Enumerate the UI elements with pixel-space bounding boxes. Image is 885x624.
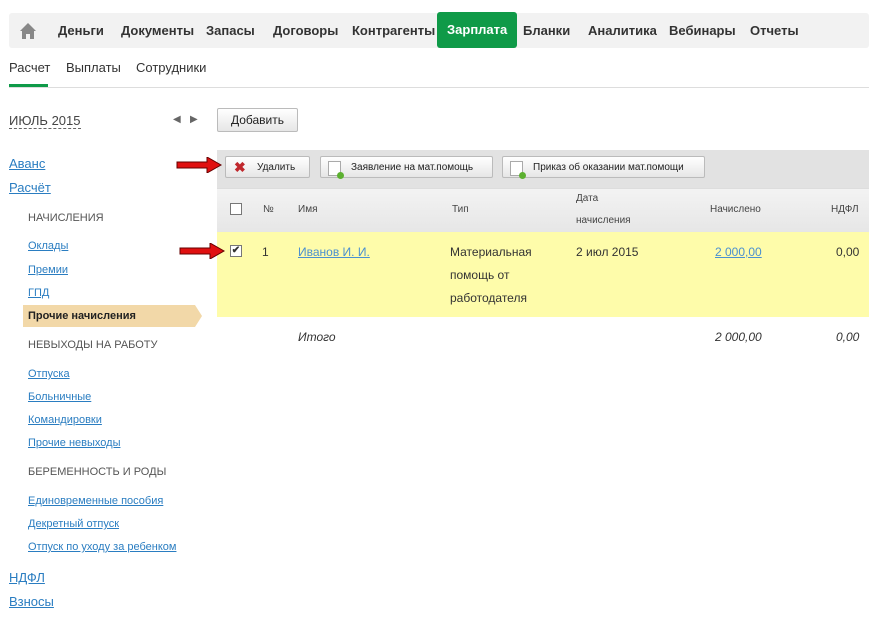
sidebar-otpuska[interactable]: Отпуска (28, 368, 70, 380)
header-name[interactable]: Имя (298, 204, 317, 215)
header-date[interactable]: Дата (576, 193, 598, 204)
row-type-line2: помощь от (450, 268, 510, 282)
row-checkbox[interactable]: ✔ (230, 245, 242, 257)
sidebar-prochie-nevyhody[interactable]: Прочие невыходы (28, 437, 120, 449)
home-icon[interactable] (19, 22, 37, 40)
sidebar-avans[interactable]: Аванс (9, 156, 45, 171)
zayavlenie-label: Заявление на мат.помощь (351, 162, 474, 173)
select-all-checkbox[interactable] (230, 203, 242, 215)
sidebar-gpd[interactable]: ГПД (28, 287, 49, 299)
next-period-icon[interactable]: ▶ (190, 114, 198, 125)
row-date: 2 июл 2015 (576, 245, 639, 259)
header-accrued[interactable]: Начислено (710, 204, 761, 215)
document-add-icon (328, 161, 344, 179)
prikaz-label: Приказ об оказании мат.помощи (533, 162, 684, 173)
period-selector[interactable]: ИЮЛЬ 2015 (9, 113, 81, 129)
sidebar-dekretnyi[interactable]: Декретный отпуск (28, 518, 119, 530)
nav-dogovory[interactable]: Договоры (273, 13, 338, 48)
nav-zarplata[interactable]: Зарплата (437, 12, 518, 48)
sidebar-raschet[interactable]: Расчёт (9, 180, 51, 195)
top-nav: Деньги Документы Запасы Договоры Контраг… (9, 12, 869, 48)
delete-button[interactable]: ✖ Удалить (225, 156, 310, 178)
sidebar-bolnichnye[interactable]: Больничные (28, 391, 91, 403)
tab-raschet[interactable]: Расчет (9, 60, 50, 75)
header-date-line2: начисления (576, 215, 631, 226)
total-accrued: 2 000,00 (715, 330, 762, 344)
row-type: Материальная (450, 245, 532, 259)
sidebar-oklady[interactable]: Оклады (28, 240, 68, 252)
sub-nav: Расчет Выплаты Сотрудники (9, 60, 869, 88)
tab-vyplaty[interactable]: Выплаты (66, 60, 121, 75)
sidebar-ndfl[interactable]: НДФЛ (9, 570, 45, 585)
row-type-line3: работодателя (450, 291, 527, 305)
sidebar-vznosy[interactable]: Взносы (9, 594, 54, 609)
tab-sotrudniki[interactable]: Сотрудники (136, 60, 206, 75)
sidebar-prochie-nachisleniya[interactable]: Прочие начисления (28, 310, 136, 322)
row-name-link[interactable]: Иванов И. И. (298, 245, 370, 259)
nav-dokumenty[interactable]: Документы (121, 13, 194, 48)
zayavlenie-button[interactable]: Заявление на мат.помощь (320, 156, 493, 179)
sidebar-premii[interactable]: Премии (28, 264, 68, 276)
section-nachisleniya: НАЧИСЛЕНИЯ (28, 212, 104, 224)
sidebar-edinovremennye[interactable]: Единовременные пособия (28, 495, 163, 507)
red-arrow-icon (176, 157, 223, 173)
section-nevyhody: НЕВЫХОДЫ НА РАБОТУ (28, 339, 158, 351)
section-beremennost: БЕРЕМЕННОСТЬ И РОДЫ (28, 466, 167, 478)
nav-zapasy[interactable]: Запасы (206, 13, 255, 48)
total-label: Итого (298, 330, 336, 344)
red-arrow-icon (179, 243, 226, 259)
sidebar-komandirovki[interactable]: Командировки (28, 414, 102, 426)
nav-analitika[interactable]: Аналитика (588, 13, 657, 48)
row-ndfl: 0,00 (836, 245, 860, 259)
nav-dengi[interactable]: Деньги (58, 13, 104, 48)
header-type[interactable]: Тип (452, 204, 469, 215)
nav-blanki[interactable]: Бланки (523, 13, 570, 48)
header-num: № (263, 204, 274, 215)
document-add-icon (510, 161, 526, 179)
delete-icon: ✖ (234, 159, 246, 175)
active-tab-underline (9, 84, 48, 87)
row-num: 1 (262, 245, 269, 259)
prikaz-button[interactable]: Приказ об оказании мат.помощи (502, 156, 705, 179)
nav-kontragenty[interactable]: Контрагенты (352, 13, 435, 48)
delete-label: Удалить (257, 162, 296, 173)
total-ndfl: 0,00 (836, 330, 860, 344)
row-accrued-link[interactable]: 2 000,00 (715, 245, 762, 259)
nav-otchety[interactable]: Отчеты (750, 13, 799, 48)
add-button[interactable]: Добавить (217, 108, 298, 132)
prev-period-icon[interactable]: ◀ (173, 114, 181, 125)
header-ndfl[interactable]: НДФЛ (831, 204, 859, 215)
sidebar-uhod[interactable]: Отпуск по уходу за ребенком (28, 541, 176, 553)
nav-vebinary[interactable]: Вебинары (669, 13, 736, 48)
